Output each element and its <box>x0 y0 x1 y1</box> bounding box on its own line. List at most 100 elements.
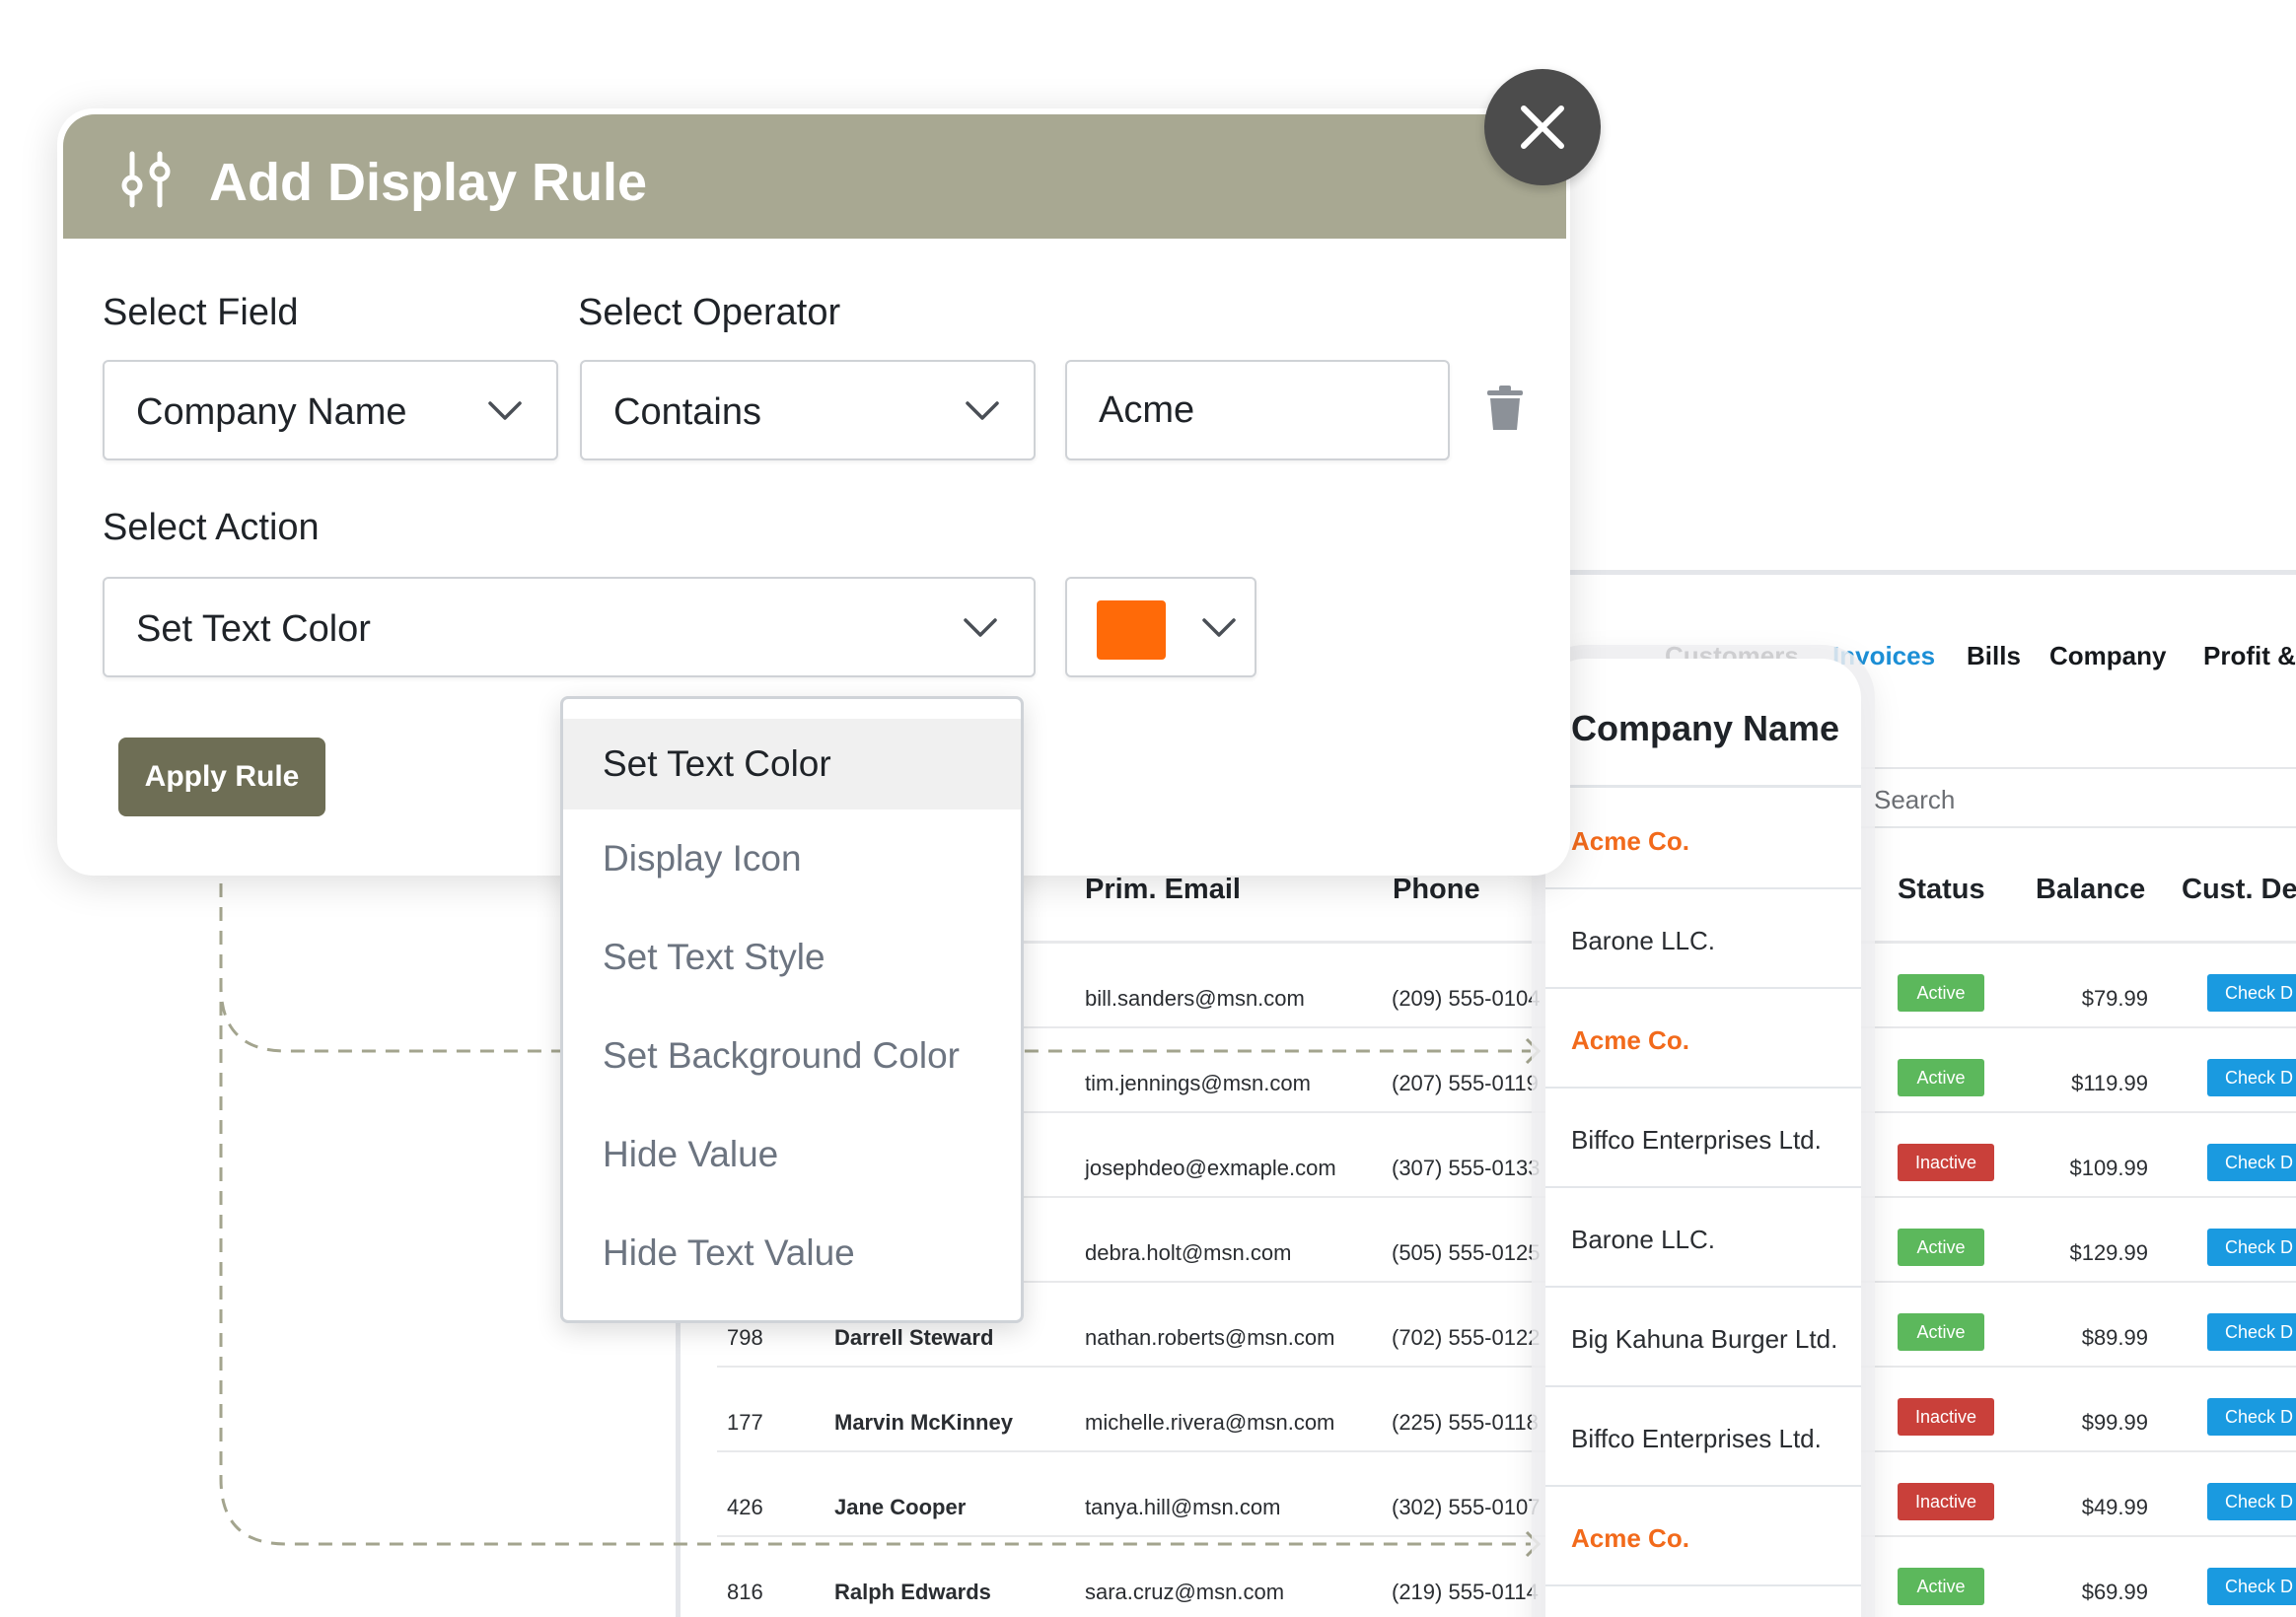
close-button[interactable] <box>1484 69 1601 185</box>
tab-bills[interactable]: Bills <box>1967 641 2021 671</box>
row-divider <box>717 1450 2296 1452</box>
table-cell-balance: $129.99 <box>2069 1240 2148 1265</box>
company-row-divider <box>1545 1186 1861 1188</box>
table-cell-phone: (207) 555-0119 <box>1392 1071 1539 1095</box>
close-icon <box>1521 105 1564 149</box>
color-swatch <box>1097 600 1166 660</box>
check-details-button[interactable]: Check D <box>2207 1229 2296 1266</box>
trash-icon[interactable] <box>1485 385 1525 432</box>
table-cell-id: 426 <box>727 1495 763 1519</box>
table-cell-email[interactable]: tanya.hill@msn.com <box>1085 1495 1280 1520</box>
status-badge: Active <box>1898 974 1984 1012</box>
company-name-cell: Acme Co. <box>1571 826 1689 856</box>
column-header-status[interactable]: Status <box>1898 874 1985 906</box>
field-select-value: Company Name <box>136 391 407 433</box>
table-cell-email[interactable]: tim.jennings@msn.com <box>1085 1071 1311 1096</box>
table-cell-email[interactable]: sara.cruz@msn.com <box>1085 1580 1284 1605</box>
tab-company[interactable]: Company <box>2049 641 2166 671</box>
apply-rule-button[interactable]: Apply Rule <box>118 738 325 816</box>
status-badge: Active <box>1898 1313 1984 1351</box>
menu-item-hide-text-value[interactable]: Hide Text Value <box>563 1204 1021 1302</box>
select-field-label: Select Field <box>103 292 299 333</box>
table-cell-balance: $89.99 <box>2081 1325 2148 1350</box>
color-picker[interactable] <box>1065 577 1256 677</box>
table-cell-name: Jane Cooper <box>834 1495 967 1519</box>
table-cell-phone: (307) 555-0133 <box>1392 1156 1541 1180</box>
table-cell-id: 177 <box>727 1410 763 1435</box>
table-cell-id: 798 <box>727 1325 763 1350</box>
action-dropdown-menu: Set Text Color Display Icon Set Text Style… <box>560 696 1024 1323</box>
column-header-email[interactable]: Prim. Email <box>1085 874 1241 906</box>
action-select[interactable]: Set Text Color <box>103 577 1036 677</box>
table-cell-phone: (225) 555-0118 <box>1392 1410 1539 1435</box>
tab-invoices[interactable]: Invoices <box>1832 641 1935 671</box>
tab-profit[interactable]: Profit & <box>2203 641 2296 671</box>
menu-item-set-text-color[interactable]: Set Text Color <box>563 719 1021 809</box>
check-details-button[interactable]: Check D <box>2207 1313 2296 1351</box>
chevron-down-icon <box>1202 618 1236 637</box>
check-details-button[interactable]: Check D <box>2207 1144 2296 1181</box>
field-select[interactable]: Company Name <box>103 360 558 460</box>
match-value-input[interactable] <box>1065 360 1450 460</box>
select-action-label: Select Action <box>103 507 320 548</box>
table-cell-email[interactable]: michelle.rivera@msn.com <box>1085 1410 1334 1436</box>
table-cell-balance: $99.99 <box>2081 1410 2148 1435</box>
table-cell-id: 816 <box>727 1580 763 1604</box>
chevron-down-icon <box>966 401 999 420</box>
table-cell-email[interactable]: debra.holt@msn.com <box>1085 1240 1291 1266</box>
table-cell-name: Darrell Steward <box>834 1325 994 1350</box>
action-select-value: Set Text Color <box>136 608 371 650</box>
company-name-column-card: Company Name Acme Co. Barone LLC. Acme Co.… <box>1545 659 1861 1617</box>
chevron-down-icon <box>488 401 522 420</box>
table-cell-email[interactable]: josephdeo@exmaple.com <box>1085 1156 1336 1181</box>
company-name-cell: Acme Co. <box>1571 1523 1689 1553</box>
company-row-divider <box>1545 1286 1861 1288</box>
column-header-cust-details[interactable]: Cust. De <box>2182 874 2296 906</box>
table-cell-email[interactable]: nathan.roberts@msn.com <box>1085 1325 1334 1351</box>
status-badge: Inactive <box>1898 1483 1994 1520</box>
company-row-divider <box>1545 1485 1861 1487</box>
table-cell-balance: $119.99 <box>2071 1071 2148 1095</box>
operator-select[interactable]: Contains <box>580 360 1036 460</box>
dialog-header: Add Display Rule <box>63 114 1566 239</box>
status-badge: Active <box>1898 1568 1984 1605</box>
search-bar <box>1854 767 2296 828</box>
company-name-cell: Barone LLC. <box>1571 926 1715 955</box>
check-details-button[interactable]: Check D <box>2207 1568 2296 1605</box>
table-cell-name: Marvin McKinney <box>834 1410 1013 1435</box>
table-cell-phone: (302) 555-0107 <box>1392 1495 1541 1519</box>
company-name-header: Company Name <box>1571 708 1840 748</box>
table-cell-email[interactable]: bill.sanders@msn.com <box>1085 986 1305 1012</box>
search-input[interactable] <box>1874 783 2288 816</box>
table-cell-balance: $49.99 <box>2081 1495 2148 1519</box>
table-cell-name: Ralph Edwards <box>834 1580 991 1604</box>
sliders-icon <box>121 151 171 208</box>
table-cell-balance: $79.99 <box>2081 986 2148 1011</box>
table-cell-phone: (209) 555-0104 <box>1392 986 1541 1011</box>
check-details-button[interactable]: Check D <box>2207 1398 2296 1436</box>
menu-item-display-icon[interactable]: Display Icon <box>563 809 1021 908</box>
table-cell-balance: $109.99 <box>2069 1156 2148 1180</box>
company-name-cell: Biffco Enterprises Ltd. <box>1571 1424 1822 1453</box>
company-name-cell: Big Kahuna Burger Ltd. <box>1571 1324 1838 1354</box>
check-details-button[interactable]: Check D <box>2207 974 2296 1012</box>
menu-item-hide-value[interactable]: Hide Value <box>563 1105 1021 1204</box>
check-details-button[interactable]: Check D <box>2207 1483 2296 1520</box>
menu-item-set-background-color[interactable]: Set Background Color <box>563 1007 1021 1105</box>
table-cell-phone: (505) 555-0125 <box>1392 1240 1541 1265</box>
row-divider <box>717 1535 2296 1537</box>
check-details-button[interactable]: Check D <box>2207 1059 2296 1096</box>
table-cell-balance: $69.99 <box>2081 1580 2148 1604</box>
company-name-cell: Barone LLC. <box>1571 1225 1715 1254</box>
company-name-cell: Acme Co. <box>1571 1025 1689 1055</box>
status-badge: Active <box>1898 1059 1984 1096</box>
company-name-cell: Biffco Enterprises Ltd. <box>1571 1125 1822 1155</box>
status-badge: Inactive <box>1898 1398 1994 1436</box>
column-header-balance[interactable]: Balance <box>2036 874 2145 906</box>
company-row-divider <box>1545 1385 1861 1387</box>
column-header-phone[interactable]: Phone <box>1393 874 1480 906</box>
company-row-divider <box>1545 887 1861 889</box>
row-divider <box>717 1366 2296 1368</box>
company-row-divider <box>1545 987 1861 989</box>
menu-item-set-text-style[interactable]: Set Text Style <box>563 908 1021 1007</box>
